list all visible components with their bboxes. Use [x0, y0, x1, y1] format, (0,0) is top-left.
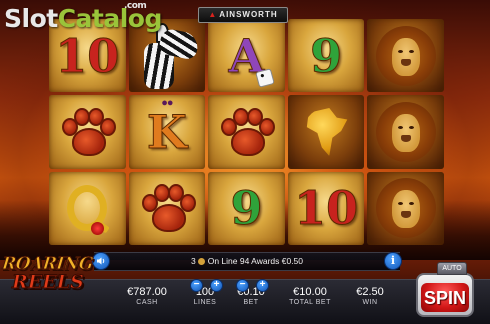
ainsworth-brand-badge: ▲ AINSWORTH	[198, 7, 288, 23]
reel-1-row-3	[49, 171, 126, 245]
reel-grid: 10 ●● K A • 9 9 10	[47, 19, 446, 245]
total-bet-value: €10.00	[293, 286, 327, 298]
africa-map-icon	[301, 104, 351, 160]
paw-print-icon	[217, 106, 276, 158]
reel-4-row-1: 9	[287, 19, 365, 93]
reel-1-row-2	[49, 95, 126, 169]
ten-symbol-icon: 10	[294, 181, 359, 236]
coin-icon	[197, 258, 205, 265]
cash-label: CASH	[136, 299, 158, 306]
lines-increase-button[interactable]: +	[210, 279, 223, 292]
win-message-bar: 3 On Line 94 Awards €0.50	[94, 252, 400, 271]
reel-4-row-2	[287, 95, 365, 169]
win-count: 3	[190, 256, 196, 266]
dice-icon	[254, 68, 275, 89]
watermark-slot: Slot	[4, 4, 58, 33]
reel-5-row-2	[367, 95, 444, 169]
lines-label: LINES	[193, 299, 217, 306]
berries-icon: ●●	[161, 97, 173, 110]
logo-line-1: ROARING	[0, 254, 94, 275]
rose-icon	[91, 221, 104, 235]
paw-print-icon	[58, 106, 117, 158]
win-message-text: On Line 94 Awards €0.50	[207, 256, 304, 266]
reel-5	[367, 19, 444, 245]
total-bet-label: TOTAL BET	[289, 299, 331, 306]
win-label: WIN	[362, 299, 378, 306]
bet-label: BET	[243, 299, 259, 306]
bet-increase-button[interactable]: +	[256, 279, 269, 292]
lion-icon	[374, 178, 438, 239]
nine-symbol-icon: 9	[230, 181, 263, 236]
logo-line-2: REELS	[12, 271, 85, 294]
brand-name: AINSWORTH	[219, 10, 278, 19]
reel-3-row-3: 9	[208, 171, 285, 245]
spin-label: SPIN	[421, 283, 469, 312]
reel-3-row-1: A	[208, 19, 285, 93]
info-button[interactable]: i	[384, 252, 402, 270]
reel-2: ●● K	[128, 19, 206, 245]
paw-print-icon	[138, 182, 196, 234]
total-bet-display: €10.00 TOTAL BET	[282, 285, 338, 306]
watermark-suffix: .com	[124, 1, 147, 11]
ainsworth-logo-icon: ▲	[208, 10, 218, 19]
win-display: €2.50 WIN	[348, 285, 392, 306]
lion-icon	[374, 101, 438, 162]
watermark-logo: SlotCatalog .com	[4, 1, 162, 40]
reel-5-row-3	[367, 171, 444, 245]
lines-decrease-button[interactable]: −	[190, 279, 203, 292]
lion-icon	[374, 25, 438, 86]
bet-decrease-button[interactable]: −	[236, 279, 249, 292]
reel-4: 9 10	[287, 19, 365, 245]
autoplay-button[interactable]: AUTO	[437, 262, 467, 275]
reel-1: 10	[49, 19, 126, 245]
reel-2-row-3	[128, 171, 206, 245]
cash-value: €787.00	[127, 286, 167, 298]
game-logo: ROARING REELS	[0, 254, 98, 304]
spin-button[interactable]: SPIN	[416, 273, 474, 317]
king-symbol-icon: K	[146, 104, 187, 159]
reel-3-row-2	[208, 95, 285, 169]
reel-3: A 9	[208, 19, 285, 245]
reel-2-row-2: ●● K	[128, 95, 206, 169]
cash-display: €787.00 CASH	[122, 285, 172, 306]
nine-symbol-icon: 9	[310, 28, 343, 83]
reel-4-row-3: 10	[287, 171, 365, 245]
win-value: €2.50	[356, 286, 384, 298]
reel-5-row-1	[367, 19, 444, 93]
